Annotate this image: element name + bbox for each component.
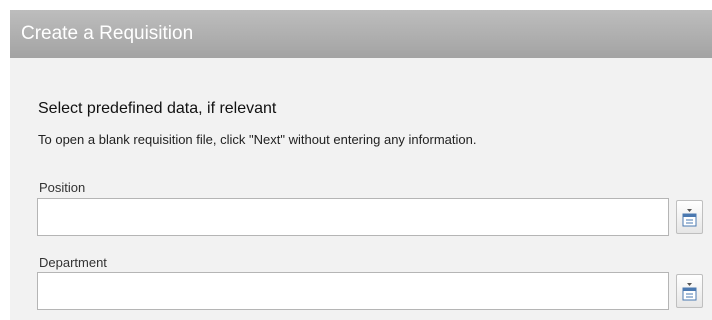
section-title: Select predefined data, if relevant bbox=[38, 100, 277, 117]
position-label: Position bbox=[39, 180, 86, 195]
list-picker-icon bbox=[682, 209, 697, 227]
position-input[interactable] bbox=[37, 198, 669, 236]
position-picker-button[interactable] bbox=[676, 200, 703, 234]
instruction-text: To open a blank requisition file, click … bbox=[38, 132, 477, 147]
department-label: Department bbox=[39, 255, 107, 270]
department-input[interactable] bbox=[37, 272, 669, 310]
list-picker-icon bbox=[682, 283, 697, 301]
department-picker-button[interactable] bbox=[676, 274, 703, 308]
create-requisition-dialog: Create a Requisition Select predefined d… bbox=[10, 10, 712, 320]
dialog-header: Create a Requisition bbox=[10, 10, 712, 58]
dialog-title: Create a Requisition bbox=[21, 23, 194, 44]
